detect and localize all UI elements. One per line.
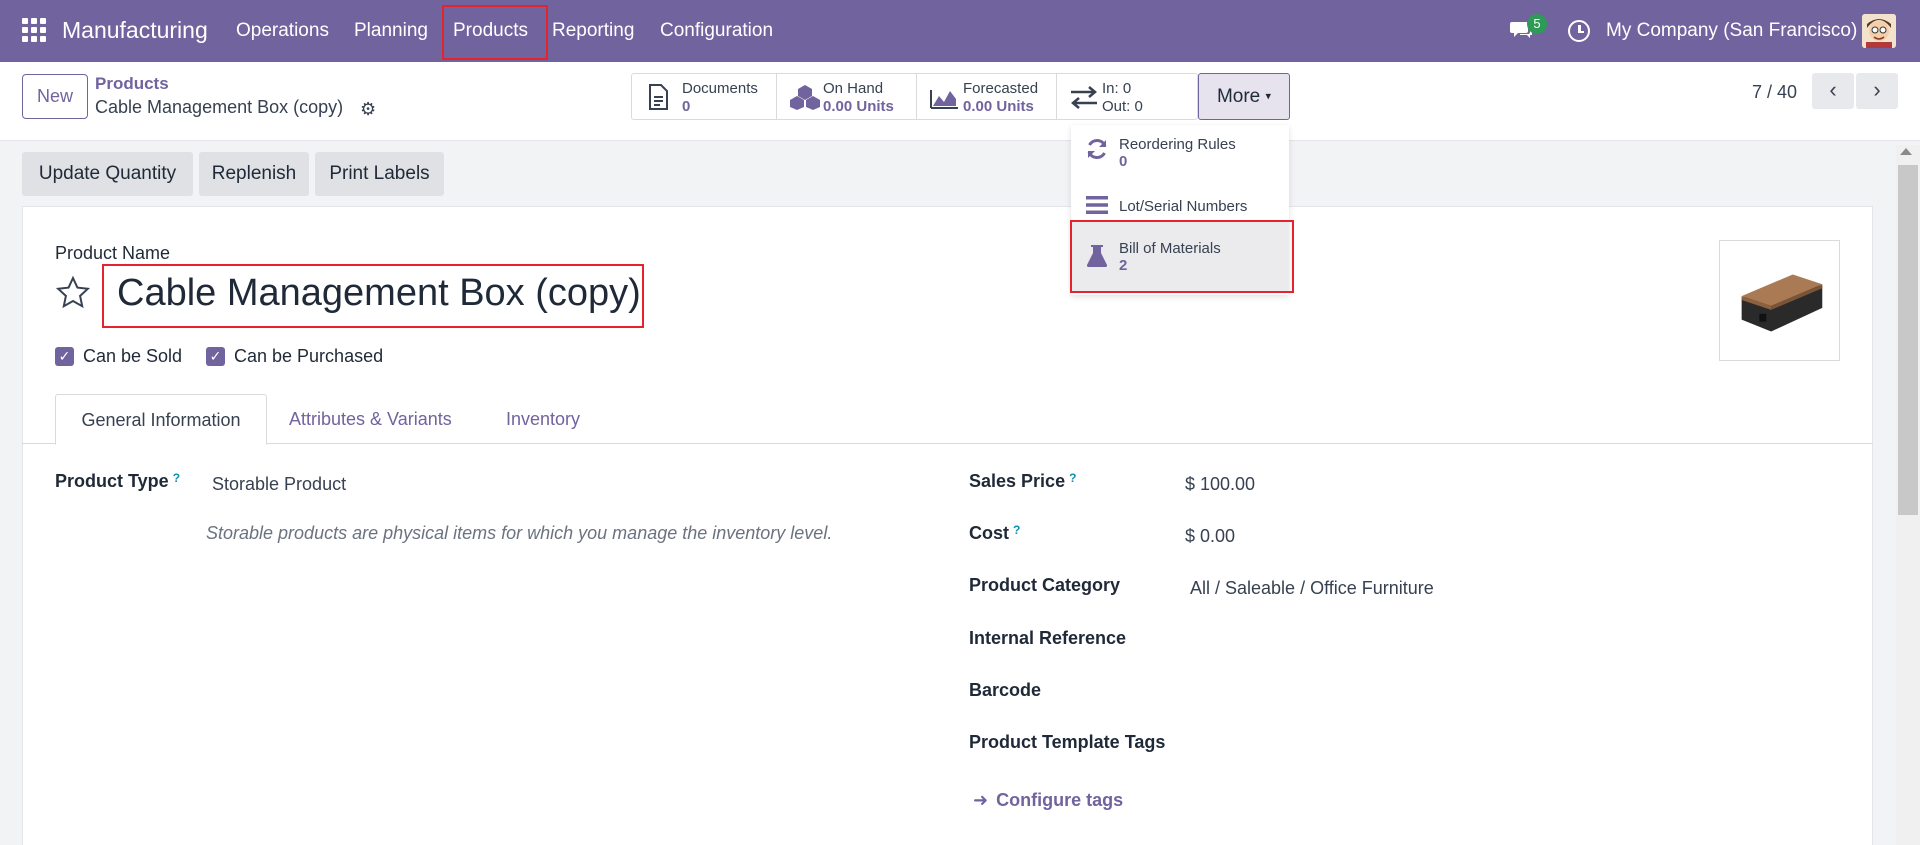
area-chart-icon: [930, 90, 958, 109]
more-label: More: [1216, 86, 1261, 107]
product-type-select[interactable]: Storable Product: [212, 474, 346, 495]
scroll-up-arrow-icon[interactable]: [1900, 148, 1912, 155]
help-icon[interactable]: ?: [1013, 523, 1020, 537]
chat-count-badge: 5: [1527, 14, 1547, 34]
can-be-purchased-checkbox[interactable]: ✓: [206, 347, 225, 366]
can-be-sold-label: Can be Sold: [83, 346, 183, 366]
menu-configuration[interactable]: Configuration: [660, 20, 773, 42]
apps-grid-icon[interactable]: [22, 18, 46, 42]
on-hand-smart-button[interactable]: On Hand 0.00 Units: [777, 74, 917, 119]
barcode-label: Barcode: [969, 680, 1042, 700]
configure-tags-link[interactable]: ➜ Configure tags: [973, 790, 1123, 811]
update-quantity-button[interactable]: Update Quantity: [22, 152, 193, 196]
reordering-rules-count: 0: [1119, 153, 1128, 170]
pager-next-button[interactable]: ›: [1856, 73, 1898, 109]
company-switcher[interactable]: My Company (San Francisco): [1606, 20, 1857, 42]
product-category-select[interactable]: All / Saleable / Office Furniture: [1190, 578, 1434, 599]
cost-label: Cost?: [969, 523, 1020, 544]
documents-value: 0: [682, 98, 691, 115]
tab-attributes-variants[interactable]: Attributes & Variants: [289, 394, 452, 444]
product-name-label: Product Name: [55, 243, 171, 263]
product-category-label: Product Category: [969, 575, 1121, 595]
products-menu-highlight: [442, 5, 548, 60]
top-navbar: Manufacturing Operations Planning Produc…: [0, 0, 1920, 62]
sales-price-input[interactable]: $ 100.00: [1185, 474, 1255, 495]
product-template-tags-label: Product Template Tags: [969, 732, 1166, 752]
print-labels-button[interactable]: Print Labels: [315, 152, 444, 196]
sales-price-label-text: Sales Price: [969, 471, 1066, 491]
caret-down-icon: ▾: [1265, 90, 1272, 103]
on-hand-label: On Hand: [823, 80, 884, 97]
cubes-icon: [790, 85, 820, 110]
exchange-icon: [1071, 86, 1097, 109]
forecasted-value: 0.00 Units: [963, 98, 1034, 115]
cost-input[interactable]: $ 0.00: [1185, 526, 1235, 547]
arrow-right-icon: ➜: [973, 790, 989, 810]
dropdown-item-reordering-rules[interactable]: Reordering Rules 0: [1071, 125, 1289, 180]
lot-serial-label: Lot/Serial Numbers: [1119, 198, 1248, 215]
help-icon[interactable]: ?: [173, 471, 180, 485]
forecasted-label: Forecasted: [963, 80, 1039, 97]
can-be-purchased-label: Can be Purchased: [234, 346, 384, 366]
sales-price-label: Sales Price?: [969, 471, 1076, 492]
out-count: Out: 0: [1102, 98, 1143, 115]
pager-value[interactable]: 7 / 40: [1752, 82, 1797, 103]
refresh-icon: [1087, 138, 1107, 160]
user-avatar[interactable]: [1862, 14, 1896, 48]
reordering-rules-label: Reordering Rules: [1119, 136, 1236, 153]
replenish-button[interactable]: Replenish: [199, 152, 309, 196]
new-button[interactable]: New: [22, 74, 88, 119]
menu-planning[interactable]: Planning: [354, 20, 428, 42]
forecasted-smart-button[interactable]: Forecasted 0.00 Units: [917, 74, 1057, 119]
app-brand[interactable]: Manufacturing: [62, 17, 208, 44]
control-panel: New Products Cable Management Box (copy)…: [0, 62, 1920, 141]
can-be-sold-checkbox[interactable]: ✓: [55, 347, 74, 366]
in-out-smart-button[interactable]: In: 0 Out: 0: [1057, 74, 1197, 119]
pager-previous-button[interactable]: ‹: [1812, 73, 1854, 109]
internal-reference-label: Internal Reference: [969, 628, 1127, 648]
documents-label: Documents: [682, 80, 758, 97]
document-icon: [649, 84, 668, 110]
tab-inventory[interactable]: Inventory: [506, 394, 580, 444]
tab-general-information[interactable]: General Information: [55, 394, 267, 445]
smart-buttons: Documents 0 On Hand 0.00 Units Forecaste…: [631, 73, 1198, 120]
cost-label-text: Cost: [969, 523, 1009, 543]
scrollbar-thumb[interactable]: [1898, 165, 1918, 515]
more-dropdown-button[interactable]: More ▾: [1198, 73, 1290, 120]
on-hand-value: 0.00 Units: [823, 98, 894, 115]
favorite-star-icon[interactable]: [55, 275, 91, 311]
product-type-help-text: Storable products are physical items for…: [206, 523, 833, 543]
documents-smart-button[interactable]: Documents 0: [632, 74, 777, 119]
help-icon[interactable]: ?: [1069, 471, 1076, 485]
in-count: In: 0: [1102, 80, 1132, 97]
breadcrumb-record-name: Cable Management Box (copy): [95, 97, 344, 117]
bill-of-materials-highlight: [1070, 220, 1294, 293]
product-name-highlight: [102, 264, 644, 328]
gear-icon[interactable]: ⚙: [360, 99, 376, 120]
breadcrumb-products[interactable]: Products: [95, 74, 169, 94]
menu-reporting[interactable]: Reporting: [552, 20, 634, 42]
product-type-label: Product Type?: [55, 471, 180, 492]
product-type-label-text: Product Type: [55, 471, 169, 491]
menu-operations[interactable]: Operations: [236, 20, 329, 42]
activity-clock-icon[interactable]: [1568, 20, 1590, 42]
configure-tags-text: Configure tags: [996, 790, 1124, 810]
list-bars-icon: [1086, 196, 1108, 214]
product-image[interactable]: [1719, 240, 1840, 361]
